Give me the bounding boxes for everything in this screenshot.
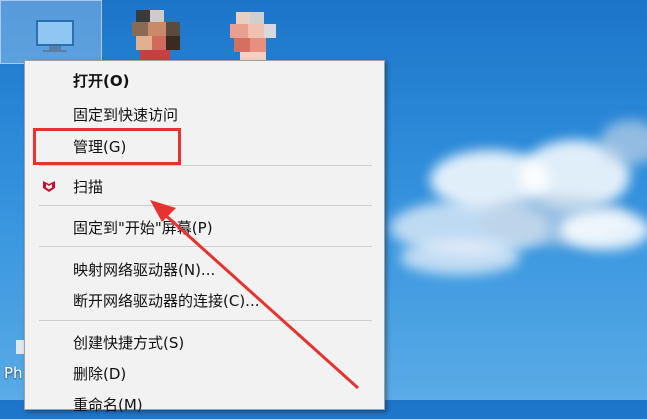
recycle-bin-icon[interactable] [230, 12, 276, 60]
menu-item-scan[interactable]: 扫描 [25, 171, 384, 201]
menu-item-map-network-drive[interactable]: 映射网络驱动器(N)... [25, 254, 384, 284]
menu-item-create-shortcut[interactable]: 创建快捷方式(S) [25, 327, 384, 357]
network-icon[interactable] [132, 10, 182, 62]
menu-item-disconnect-network-drive[interactable]: 断开网络驱动器的连接(C)... [25, 285, 384, 315]
menu-separator [39, 165, 372, 166]
context-menu: 打开(O) 固定到快速访问 管理(G) 扫描 固定到"开始"屏幕(P) 映射网络… [24, 60, 385, 414]
menu-separator [39, 246, 372, 247]
menu-item-pin-quick-access[interactable]: 固定到快速访问 [25, 99, 384, 129]
menu-item-rename[interactable]: 重命名(M) [25, 389, 384, 419]
menu-separator [39, 320, 372, 321]
this-pc-desktop-icon[interactable] [0, 0, 102, 64]
desktop-icon-label[interactable]: Ph [4, 364, 23, 382]
menu-item-scan-label: 扫描 [73, 177, 104, 196]
menu-item-pin-start[interactable]: 固定到"开始"屏幕(P) [25, 212, 384, 242]
menu-separator [39, 205, 372, 206]
highlight-box [33, 128, 181, 165]
cloud [400, 240, 520, 275]
menu-item-open[interactable]: 打开(O) [25, 65, 384, 95]
this-pc-icon [36, 20, 74, 52]
cloud [560, 210, 647, 250]
menu-item-delete[interactable]: 删除(D) [25, 358, 384, 388]
mcafee-shield-icon [43, 181, 55, 192]
